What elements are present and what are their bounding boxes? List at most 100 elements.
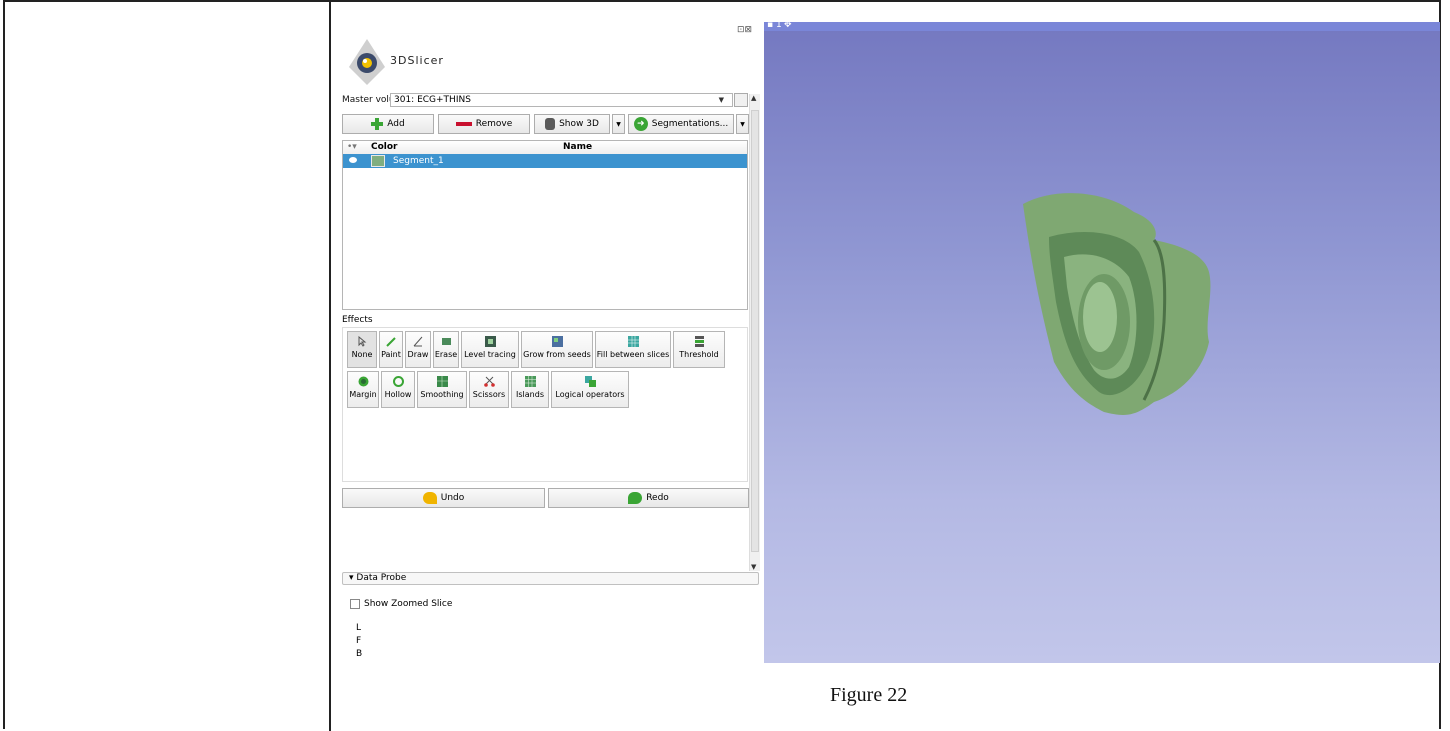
3d-view[interactable]: ▪ 1 ✥ (764, 20, 1440, 663)
slicer-logo-icon (349, 39, 385, 85)
effect-level-tracing-button[interactable]: Level tracing (461, 331, 519, 368)
show-zoomed-slice-label: Show Zoomed Slice (364, 599, 453, 609)
effects-panel: None Paint Draw Erase Level tracing Grow… (342, 327, 748, 482)
segment-name[interactable]: Segment_1 (393, 156, 444, 166)
remove-segment-button[interactable]: Remove (438, 114, 530, 134)
scissors-icon (483, 376, 495, 387)
effect-smoothing-button[interactable]: Smoothing (417, 371, 467, 408)
effect-paint-button[interactable]: Paint (379, 331, 403, 368)
segments-table-header: •▾ Color Name (343, 141, 747, 155)
grid-fill-icon (627, 336, 639, 347)
data-probe-header[interactable]: ▾ Data Probe (342, 572, 759, 585)
show-3d-button[interactable]: Show 3D (534, 114, 610, 134)
chevron-down-icon: ▼ (740, 120, 745, 128)
effect-logical-operators-button[interactable]: Logical operators (551, 371, 629, 408)
effect-label: Margin (349, 390, 377, 399)
undo-icon (422, 492, 437, 504)
effect-label: Paint (381, 350, 401, 359)
level-tracing-icon (484, 336, 496, 347)
figure-caption: Figure 22 (830, 684, 908, 706)
remove-label: Remove (475, 119, 513, 129)
effect-label: Fill between slices (596, 350, 670, 359)
master-volume-select[interactable]: 301: ECG+THINS ▼ (390, 93, 733, 107)
pencil-icon (413, 336, 422, 347)
effect-threshold-button[interactable]: Threshold (673, 331, 725, 368)
color-column-header[interactable]: Color (371, 142, 398, 152)
redo-button[interactable]: Redo (548, 488, 749, 508)
threshold-icon (694, 336, 704, 347)
effect-hollow-button[interactable]: Hollow (381, 371, 415, 408)
add-segment-button[interactable]: Add (342, 114, 434, 134)
add-label: Add (387, 119, 405, 129)
cube-icon (545, 118, 556, 130)
panel-scrollbar[interactable]: ▲ ▼ (749, 94, 760, 571)
probe-f-label: F (356, 636, 362, 646)
effect-margin-button[interactable]: Margin (347, 371, 379, 408)
show-3d-dropdown[interactable]: ▼ (612, 114, 625, 134)
undo-button[interactable]: Undo (342, 488, 545, 508)
segment-color-swatch[interactable] (371, 155, 385, 167)
dock-controls[interactable]: ⊡⊠ (737, 25, 763, 36)
visibility-column-icon[interactable]: •▾ (347, 142, 357, 152)
effect-label: Threshold (679, 350, 719, 359)
grow-seeds-icon (551, 336, 563, 347)
segment-editor-panel: 3DSlicer ⊡⊠ Master volume: 301: ECG+THIN… (342, 22, 762, 662)
master-volume-value: 301: ECG+THINS (394, 95, 471, 105)
add-icon (371, 118, 384, 130)
margin-icon (358, 376, 368, 387)
islands-icon (524, 376, 536, 387)
smoothing-icon (436, 376, 448, 387)
segmentations-button[interactable]: ➜ Segmentations... (628, 114, 734, 134)
effect-none-button[interactable]: None (347, 331, 377, 368)
effect-islands-button[interactable]: Islands (511, 371, 549, 408)
effect-draw-button[interactable]: Draw (405, 331, 431, 368)
effect-label: Scissors (472, 390, 506, 399)
effect-label: Draw (407, 350, 429, 359)
table-column-divider (329, 2, 331, 731)
effect-label: Hollow (384, 390, 412, 399)
effect-scissors-button[interactable]: Scissors (469, 371, 509, 408)
effect-label: Islands (516, 390, 544, 399)
eye-icon[interactable] (349, 157, 357, 163)
name-column-header[interactable]: Name (563, 142, 592, 152)
segmentations-dropdown[interactable]: ▼ (736, 114, 749, 134)
remove-icon (455, 122, 472, 126)
arrow-right-icon: ➜ (633, 117, 648, 131)
hollow-icon (392, 376, 404, 387)
segments-table[interactable]: •▾ Color Name Segment_1 (342, 140, 748, 310)
paint-brush-icon (385, 337, 396, 347)
effect-label: Level tracing (464, 350, 516, 359)
chevron-down-icon: ▼ (718, 96, 724, 104)
segment-3d-model[interactable] (764, 22, 1440, 663)
volume-options-button[interactable] (734, 93, 748, 107)
logical-operators-icon (584, 376, 596, 387)
scroll-up-icon[interactable]: ▲ (751, 94, 756, 102)
eraser-icon (441, 338, 451, 345)
redo-label: Redo (646, 493, 669, 503)
scroll-down-icon[interactable]: ▼ (751, 563, 756, 571)
effect-grow-from-seeds-button[interactable]: Grow from seeds (521, 331, 593, 368)
show-zoomed-slice-checkbox[interactable] (350, 599, 360, 609)
probe-l-label: L (356, 623, 362, 633)
effect-label: Logical operators (555, 390, 625, 399)
effect-label: None (351, 350, 373, 359)
table-row[interactable]: Segment_1 (343, 154, 747, 168)
effect-erase-button[interactable]: Erase (433, 331, 459, 368)
data-probe-coords: L F B (356, 622, 362, 661)
show-3d-label: Show 3D (559, 119, 599, 129)
segmentations-label: Segmentations... (651, 119, 729, 129)
effects-label: Effects (342, 315, 373, 325)
chevron-down-icon: ▾ (349, 573, 354, 583)
effect-label: Smoothing (420, 390, 464, 399)
redo-icon (628, 492, 643, 504)
undo-label: Undo (440, 493, 465, 503)
slicer-logo-text: 3DSlicer (390, 54, 444, 67)
scrollbar-thumb[interactable] (751, 110, 759, 552)
effect-label: Erase (434, 350, 458, 359)
probe-b-label: B (356, 649, 363, 659)
data-probe-label: Data Probe (356, 573, 407, 583)
pointer-icon (358, 336, 366, 347)
effect-label: Grow from seeds (523, 350, 591, 359)
chevron-down-icon: ▼ (616, 120, 621, 128)
effect-fill-between-slices-button[interactable]: Fill between slices (595, 331, 671, 368)
